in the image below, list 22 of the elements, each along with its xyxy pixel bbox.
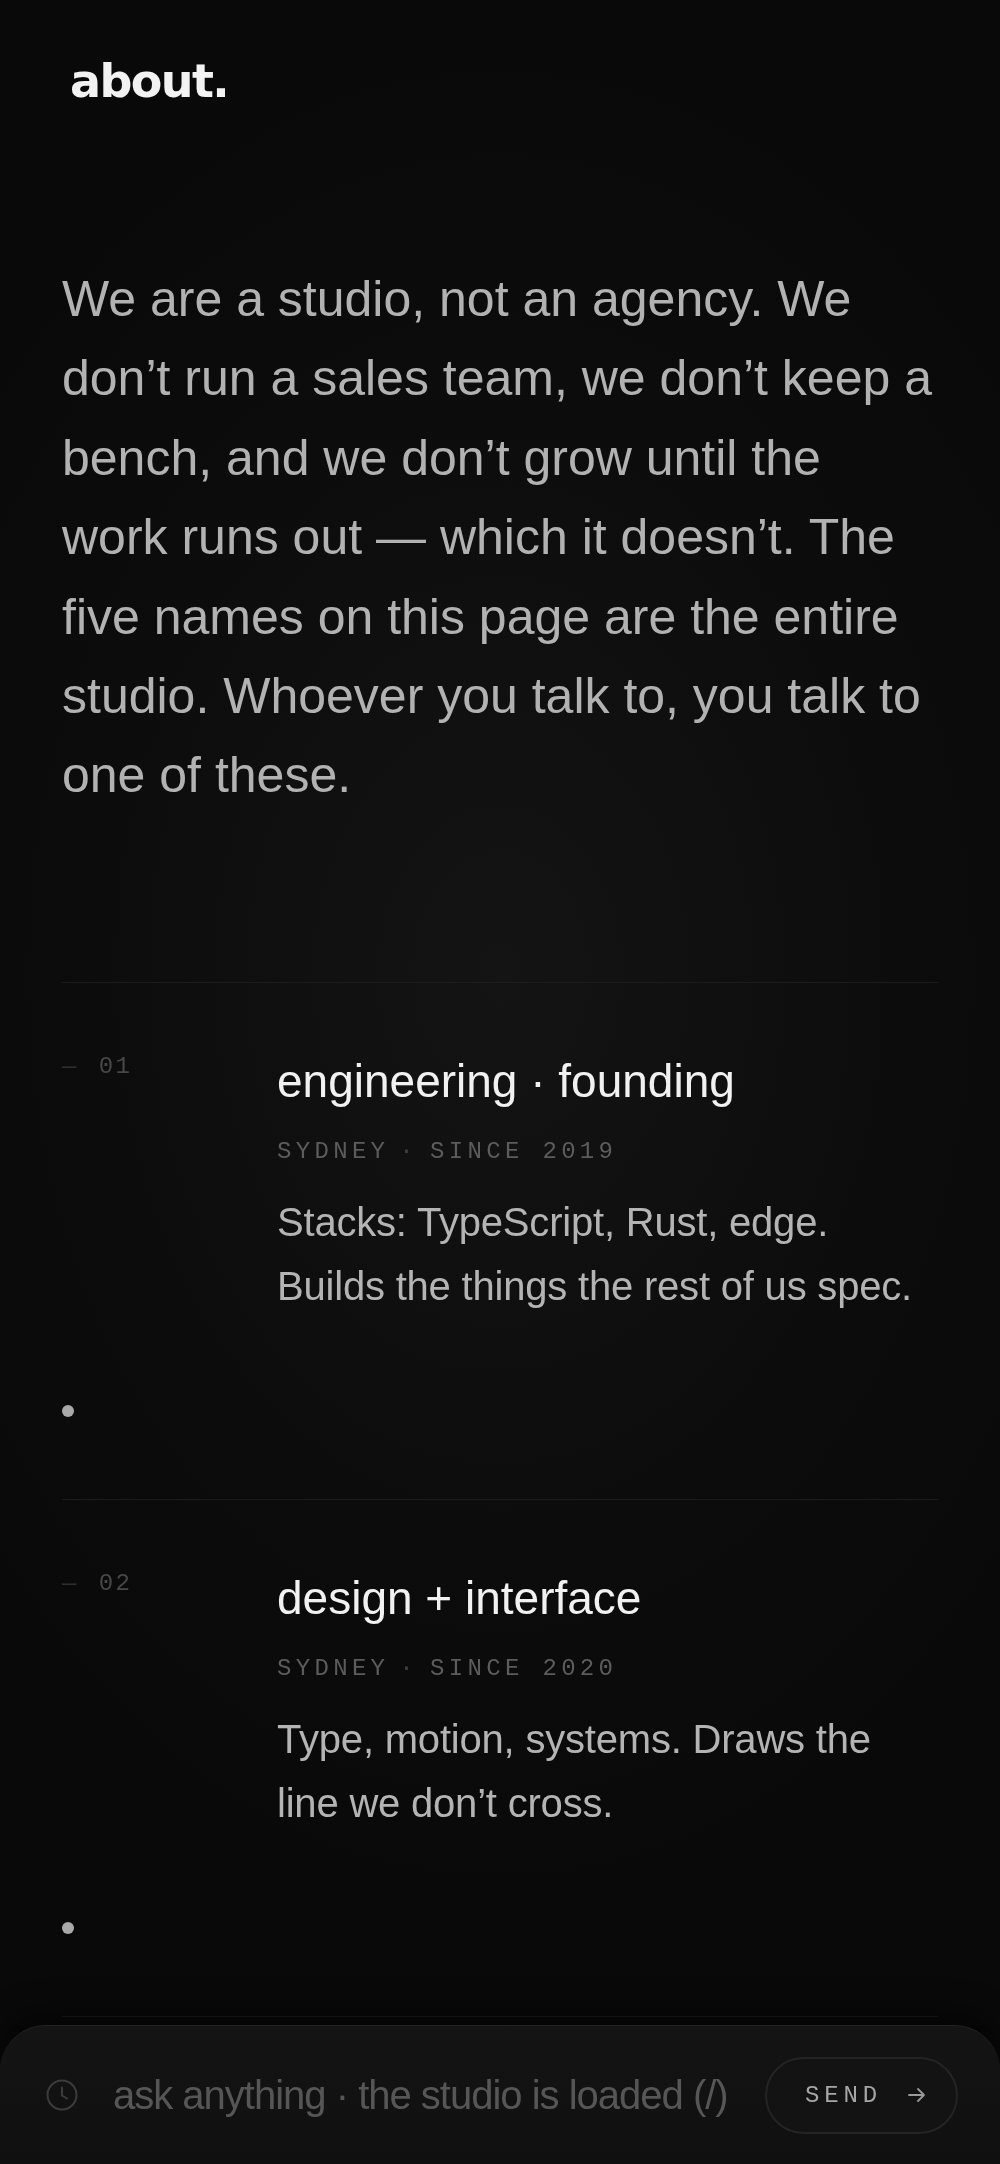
index-dash: —: [62, 1051, 79, 1081]
meta-separator: ·: [399, 1136, 419, 1166]
member-since: SINCE 2020: [430, 1653, 618, 1683]
member-location: SYDNEY: [277, 1136, 390, 1166]
member-role: engineering · founding: [277, 1053, 736, 1108]
index-dash: —: [62, 1568, 79, 1598]
intro-paragraph: We are a studio, not an agency. We don’t run a sales team, we don’t keep a bench, and we don’t grow until the work runs out — which it doesn’t. The five names on this page are the entire studio. Whoever you talk to, you talk to one of these.: [62, 270, 933, 806]
member-description: Type, motion, systems. Draws the line we don’t cross.: [277, 1715, 872, 1827]
member-location: SYDNEY: [277, 1653, 390, 1683]
member-since: SINCE 2019: [430, 1136, 618, 1166]
send-button[interactable]: SEND: [765, 2056, 958, 2134]
dot-icon: [62, 1921, 74, 1934]
arrow-right-icon: [907, 2087, 926, 2103]
dot-icon: [62, 1404, 74, 1417]
meta-separator: ·: [399, 1653, 419, 1683]
clock-icon: [46, 2079, 78, 2111]
member-number: 02: [98, 1568, 133, 1598]
member-description: Stacks: TypeScript, Rust, edge. Builds the things the rest of us spec.: [277, 1198, 913, 1310]
ask-field[interactable]: ask anything · the studio is loaded (/): [113, 2070, 747, 2120]
logo[interactable]: about.: [70, 58, 229, 104]
member-number: 01: [98, 1051, 133, 1081]
member-role: design + interface: [277, 1570, 643, 1625]
